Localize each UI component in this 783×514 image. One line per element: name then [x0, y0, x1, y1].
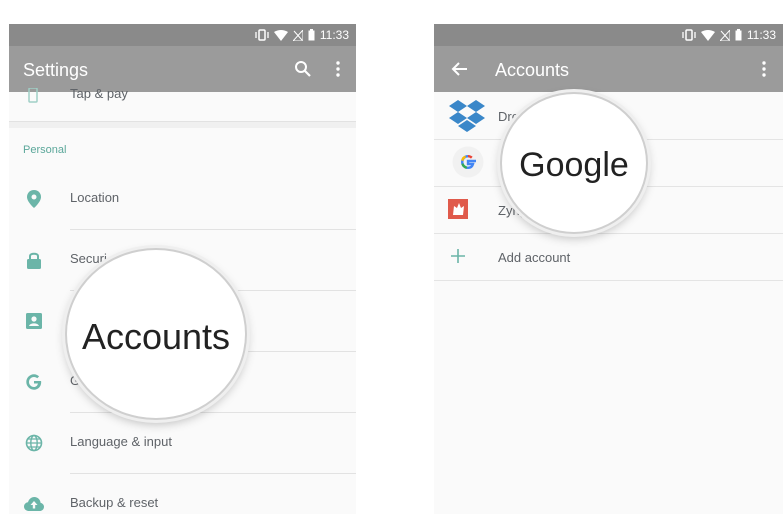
lock-icon	[24, 250, 44, 270]
plus-icon	[450, 248, 466, 264]
settings-item-backup[interactable]: Backup & reset	[9, 474, 356, 514]
more-options-icon[interactable]	[753, 58, 775, 80]
back-arrow-icon[interactable]	[448, 58, 470, 80]
settings-item-label: Location	[70, 190, 120, 205]
battery-icon	[308, 29, 315, 41]
no-signal-icon	[719, 29, 730, 41]
settings-screen: 11:33 Settings Tap & pay Personal Locati…	[9, 24, 356, 514]
no-signal-icon	[292, 29, 303, 41]
magnified-accounts-label: Accounts	[81, 316, 231, 357]
add-account-button[interactable]: Add account	[434, 234, 783, 281]
dropbox-icon	[448, 97, 486, 135]
settings-item-language[interactable]: Language & input	[9, 413, 356, 474]
google-logo-icon	[452, 146, 484, 178]
vibrate-icon	[682, 29, 696, 41]
magnifier-accounts: Accounts	[65, 248, 247, 420]
wifi-icon	[273, 29, 288, 41]
add-account-label: Add account	[498, 250, 571, 265]
status-time: 11:33	[319, 28, 349, 42]
settings-item-label: Language & input	[70, 434, 172, 449]
globe-icon	[24, 433, 44, 453]
status-time: 11:33	[746, 28, 776, 42]
settings-item-label: Tap & pay	[70, 86, 128, 101]
zynga-icon	[448, 199, 468, 219]
magnified-google-label: Google	[519, 146, 629, 184]
app-bar: Accounts	[434, 46, 783, 92]
vibrate-icon	[255, 29, 269, 41]
section-header-personal: Personal	[23, 144, 67, 156]
settings-item-label: Backup & reset	[70, 495, 159, 510]
accounts-screen: 11:33 Accounts Dro G Zyng Add account	[434, 24, 783, 514]
settings-item-location[interactable]: Location	[9, 169, 356, 230]
status-bar: 11:33	[9, 24, 356, 46]
status-bar: 11:33	[434, 24, 783, 46]
cloud-upload-icon	[24, 494, 44, 514]
magnifier-google: Google	[500, 92, 648, 234]
account-box-icon	[24, 311, 44, 331]
wifi-icon	[700, 29, 715, 41]
location-pin-icon	[24, 189, 44, 209]
battery-icon	[735, 29, 742, 41]
section-divider	[9, 121, 356, 128]
page-title: Accounts	[495, 60, 570, 80]
tap-pay-icon	[24, 86, 44, 106]
google-icon	[24, 372, 44, 392]
